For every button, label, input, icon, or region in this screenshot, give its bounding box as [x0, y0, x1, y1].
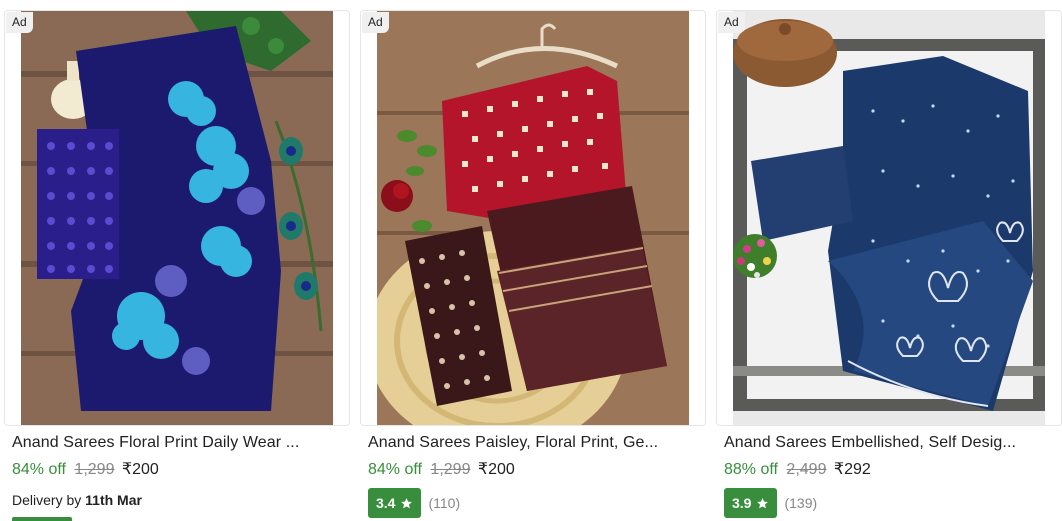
- product-image[interactable]: [21, 11, 333, 426]
- selling-price: ₹200: [477, 461, 515, 478]
- rating-badge: 3.9: [724, 488, 778, 518]
- rating-value: 3.9: [732, 495, 752, 511]
- ad-badge: Ad: [362, 12, 389, 33]
- price-row: 84% off 1,299 ₹200: [12, 459, 159, 481]
- star-icon: [401, 497, 413, 508]
- product-title[interactable]: Anand Sarees Embellished, Self Desig...: [724, 432, 1050, 454]
- product-image[interactable]: [377, 11, 689, 426]
- delivery-info: Delivery by 11th Mar: [12, 490, 142, 510]
- mrp-price: 1,299: [430, 461, 471, 478]
- rating-count: (110): [428, 495, 461, 511]
- rating-row: 3.9 (139): [724, 488, 817, 518]
- product-image-container[interactable]: Ad: [4, 10, 350, 426]
- mrp-price: 2,499: [786, 461, 827, 478]
- product-card[interactable]: Ad: [360, 0, 707, 521]
- star-icon: [757, 497, 769, 508]
- discount-percent: 84% off: [368, 461, 422, 478]
- price-row: 84% off 1,299 ₹200: [368, 459, 515, 481]
- selling-price: ₹292: [833, 461, 871, 478]
- rating-row: 3.4 (110): [368, 488, 460, 518]
- rating-count: (139): [784, 495, 818, 511]
- product-image[interactable]: [733, 11, 1045, 426]
- product-image-container[interactable]: Ad: [716, 10, 1062, 426]
- assured-badge-strip: [12, 517, 72, 521]
- rating-badge: 3.4: [368, 488, 422, 518]
- discount-percent: 88% off: [724, 461, 778, 478]
- product-card[interactable]: Ad: [4, 0, 351, 521]
- product-title[interactable]: Anand Sarees Paisley, Floral Print, Ge..…: [368, 432, 694, 454]
- ad-badge: Ad: [718, 12, 745, 33]
- selling-price: ₹200: [121, 461, 159, 478]
- price-row: 88% off 2,499 ₹292: [724, 459, 871, 481]
- product-image-container[interactable]: Ad: [360, 10, 706, 426]
- mrp-price: 1,299: [74, 461, 115, 478]
- product-title[interactable]: Anand Sarees Floral Print Daily Wear ...: [12, 432, 338, 454]
- delivery-date: 11th Mar: [85, 492, 142, 508]
- rating-value: 3.4: [376, 495, 396, 511]
- ad-badge: Ad: [6, 12, 33, 33]
- delivery-label: Delivery by: [12, 492, 82, 508]
- product-card[interactable]: Ad: [716, 0, 1062, 521]
- discount-percent: 84% off: [12, 461, 66, 478]
